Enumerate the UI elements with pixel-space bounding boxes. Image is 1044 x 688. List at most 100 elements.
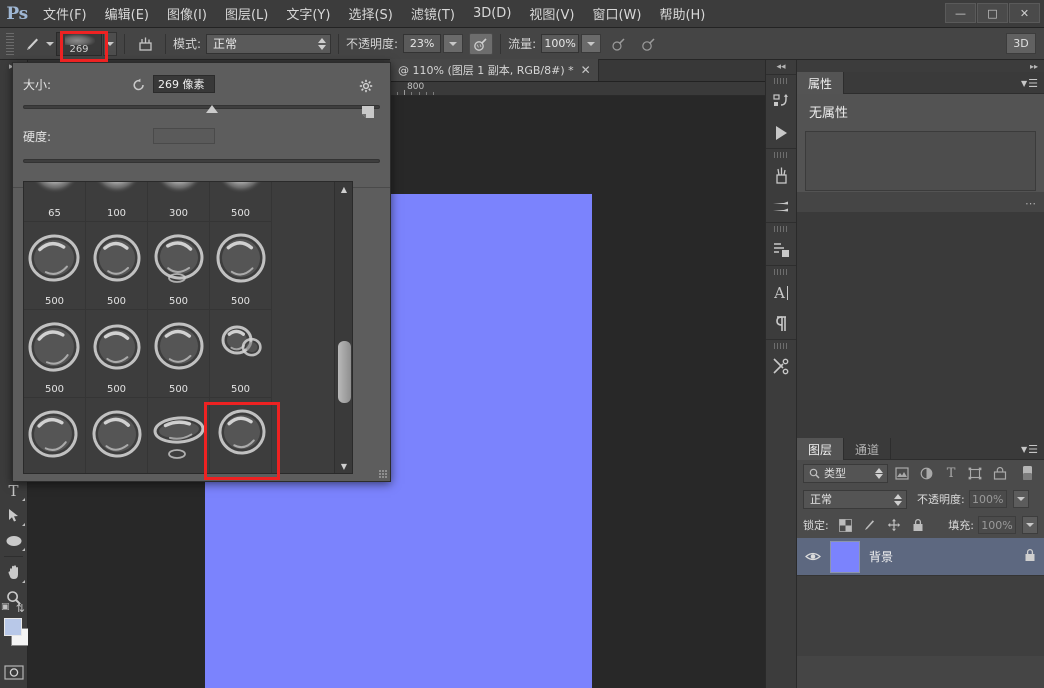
- brush-preset-500[interactable]: 500: [210, 182, 272, 222]
- brush-preset-grid[interactable]: 65 100 300 500 500 500 500 500 500 500 500 500 500 50…: [24, 182, 334, 473]
- brush-hardness-input[interactable]: [153, 128, 215, 144]
- brush-preset-500[interactable]: 500: [148, 222, 210, 310]
- properties-footer-dots-icon[interactable]: ⋯: [1025, 197, 1036, 210]
- brush-preset-500[interactable]: 500: [148, 398, 210, 473]
- brush-preset-500[interactable]: 500: [24, 398, 86, 473]
- layer-thumbnail[interactable]: [830, 540, 860, 573]
- adjustment-filter-icon[interactable]: [917, 463, 937, 483]
- brush-preset-500[interactable]: 500: [86, 310, 148, 398]
- quick-mask-icon[interactable]: [0, 660, 27, 684]
- layer-opacity-dropdown[interactable]: [1012, 490, 1029, 508]
- menu-select[interactable]: 选择(S): [339, 0, 401, 27]
- menu-3d[interactable]: 3D(D): [464, 2, 520, 25]
- workspace-3d-button[interactable]: 3D: [1006, 33, 1036, 54]
- brush-preset-500[interactable]: 500: [24, 310, 86, 398]
- tool-hand[interactable]: [0, 560, 27, 585]
- flow-input[interactable]: 100%: [541, 34, 580, 53]
- brush-preset-500[interactable]: 500: [86, 222, 148, 310]
- flow-dropdown-button[interactable]: [581, 34, 602, 53]
- group-grip[interactable]: [774, 152, 788, 158]
- lock-transparency-icon[interactable]: [836, 516, 856, 534]
- layer-visibility-icon[interactable]: [805, 551, 821, 562]
- brush-preset-dropdown-button[interactable]: [103, 31, 117, 56]
- airbrush-icon[interactable]: [607, 33, 631, 55]
- character-panel-icon[interactable]: A: [766, 277, 796, 308]
- tab-channels[interactable]: 通道: [844, 438, 892, 460]
- options-bar-grip[interactable]: [6, 32, 14, 55]
- brush-preset-65[interactable]: 65: [24, 182, 86, 222]
- brush-size-slider[interactable]: [23, 101, 380, 115]
- close-button[interactable]: ✕: [1009, 3, 1040, 23]
- maximize-button[interactable]: □: [977, 3, 1008, 23]
- brush-preset-500[interactable]: 500: [86, 398, 148, 473]
- opacity-dropdown-button[interactable]: [443, 34, 464, 53]
- brush-preset-300[interactable]: 300: [148, 182, 210, 222]
- scrollbar-thumb[interactable]: [338, 340, 351, 403]
- brush-size-input[interactable]: 269 像素: [153, 75, 215, 93]
- panel-menu-icon[interactable]: ▼ ☰: [1021, 443, 1038, 456]
- brush-preset-picker[interactable]: 269: [56, 31, 102, 56]
- menu-type[interactable]: 文字(Y): [277, 0, 339, 27]
- brush-preset-500[interactable]: 500: [24, 222, 86, 310]
- close-icon[interactable]: ✕: [581, 63, 591, 77]
- layer-opacity-value[interactable]: 100%: [968, 490, 1007, 508]
- brush-preset-picker-popup[interactable]: 大小: 269 像素 硬度: 65 100 300 500 500 500 50…: [12, 62, 391, 482]
- history-icon[interactable]: [766, 86, 796, 117]
- layer-list[interactable]: 背景: [797, 538, 1044, 656]
- tab-layers[interactable]: 图层: [797, 438, 845, 460]
- new-preset-icon[interactable]: [361, 105, 374, 118]
- opacity-pressure-icon[interactable]: [469, 32, 494, 55]
- layer-name[interactable]: 背景: [869, 548, 1015, 565]
- brush-preset-500[interactable]: 500: [210, 310, 272, 398]
- table-row[interactable]: 背景: [797, 538, 1044, 576]
- actions-play-icon[interactable]: [766, 117, 796, 148]
- brush-hardness-slider[interactable]: [23, 155, 380, 169]
- tab-properties[interactable]: 属性: [797, 72, 845, 94]
- layer-fill-dropdown[interactable]: [1022, 516, 1038, 534]
- brush-grid-scrollbar[interactable]: ▲ ▼: [334, 182, 352, 473]
- scroll-down-icon[interactable]: ▼: [335, 459, 353, 473]
- brush-preset-100[interactable]: 100: [86, 182, 148, 222]
- tool-presets-icon[interactable]: [766, 351, 796, 382]
- menu-window[interactable]: 窗口(W): [583, 0, 650, 27]
- brush-preset-500[interactable]: 500: [210, 398, 272, 473]
- tool-path-selection[interactable]: [0, 503, 27, 528]
- panel-menu-icon[interactable]: ▼ ☰: [1021, 77, 1038, 90]
- menu-edit[interactable]: 编辑(E): [96, 0, 158, 27]
- menu-filter[interactable]: 滤镜(T): [402, 0, 464, 27]
- gear-icon[interactable]: [359, 79, 374, 98]
- type-filter-icon[interactable]: T: [941, 463, 961, 483]
- menu-help[interactable]: 帮助(H): [650, 0, 714, 27]
- smart-object-filter-icon[interactable]: [989, 463, 1009, 483]
- lock-position-icon[interactable]: [884, 516, 904, 534]
- layer-blend-mode-select[interactable]: 正常: [803, 489, 907, 509]
- group-grip[interactable]: [774, 226, 788, 232]
- layer-fill-value[interactable]: 100%: [978, 516, 1016, 534]
- brush-size-slider-thumb[interactable]: [206, 105, 219, 113]
- panel-collapse-icon[interactable]: ◂◂: [766, 60, 796, 74]
- filter-toggle-switch[interactable]: [1018, 463, 1038, 483]
- group-grip[interactable]: [774, 269, 788, 275]
- menu-image[interactable]: 图像(I): [158, 0, 216, 27]
- reset-arrow-icon[interactable]: [131, 76, 147, 92]
- group-grip[interactable]: [774, 78, 788, 84]
- tablet-pressure-icon[interactable]: [637, 33, 661, 55]
- shape-filter-icon[interactable]: [965, 463, 985, 483]
- brush-settings-icon[interactable]: [766, 191, 796, 222]
- adjustments-icon[interactable]: [766, 234, 796, 265]
- menu-file[interactable]: 文件(F): [34, 0, 96, 27]
- layer-filter-select[interactable]: 类型: [803, 463, 889, 483]
- dock-expand-icon[interactable]: ▸▸: [797, 60, 1044, 72]
- brush-tool-icon[interactable]: [20, 32, 46, 56]
- brush-presets-icon[interactable]: [766, 160, 796, 191]
- popup-resize-grip[interactable]: [379, 470, 387, 478]
- foreground-color-swatch[interactable]: [4, 618, 22, 636]
- paragraph-panel-icon[interactable]: [766, 308, 796, 339]
- brush-preset-500[interactable]: 500: [210, 222, 272, 310]
- pixel-filter-icon[interactable]: [892, 463, 912, 483]
- scroll-up-icon[interactable]: ▲: [335, 182, 353, 196]
- brush-preset-500[interactable]: 500: [148, 310, 210, 398]
- group-grip[interactable]: [774, 343, 788, 349]
- lock-all-icon[interactable]: [908, 516, 928, 534]
- swap-colors-icon[interactable]: ⇅: [16, 602, 25, 615]
